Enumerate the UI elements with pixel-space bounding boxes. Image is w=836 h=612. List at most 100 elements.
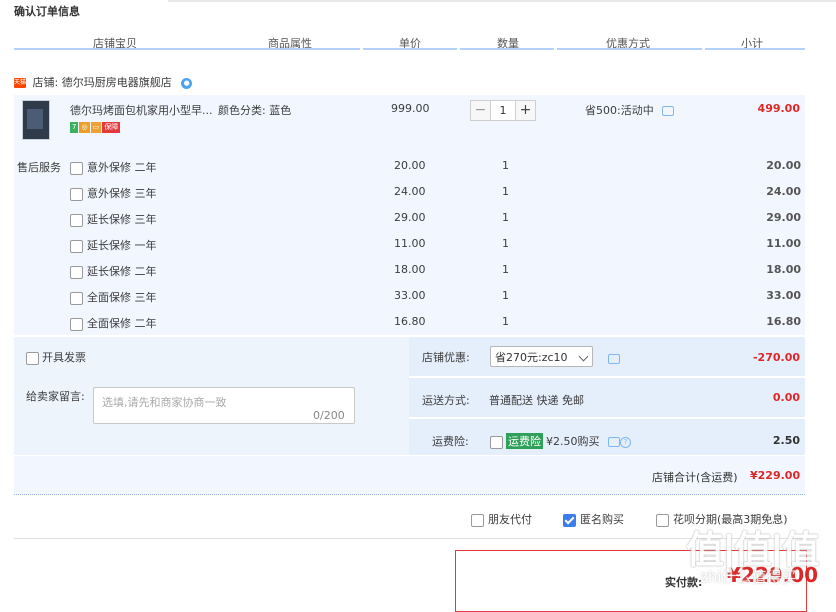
service-option[interactable]: 意外保修 三年 [70,185,157,205]
service-checkbox[interactable] [70,265,83,279]
service-subtotal: 33.00 [766,289,801,302]
shop-label: 店铺: [32,76,59,89]
service-qty: 1 [502,263,509,276]
shop-discount-select[interactable]: 省270元:zc10 [490,346,593,367]
insurance-tag: 运费险 [506,433,543,449]
invoice-label: 开具发票 [42,351,86,364]
service-price: 20.00 [394,159,426,172]
header-underline [460,48,554,50]
insurance-price: ¥2.50购买 [546,435,600,448]
service-subtotal: 24.00 [766,185,801,198]
product-name[interactable]: 德尔玛烤面包机家用小型早... [70,102,213,118]
service-checkbox[interactable] [70,161,83,175]
service-name: 延长保修 一年 [87,239,157,252]
service-subtotal: 16.80 [766,315,801,328]
service-qty: 1 [502,211,509,224]
tmall-badge-icon: 天猫 [14,78,27,88]
service-name: 延长保修 三年 [87,213,157,226]
service-price: 24.00 [394,185,426,198]
guarantee-icon: ◎ [79,121,90,133]
quantity-stepper[interactable]: −1 + [470,100,536,121]
page-title: 确认订单信息 [14,5,80,18]
insurance-option[interactable]: 运费险 ¥2.50购买 ? [490,433,631,449]
shop-total-label: 店铺合计(含运费) [652,471,738,484]
service-price: 33.00 [394,289,426,302]
service-option[interactable]: 意外保修 二年 [70,159,157,179]
service-checkbox[interactable] [70,213,83,227]
service-name: 意外保修 三年 [87,187,157,200]
service-subtotal: 18.00 [766,263,801,276]
service-name: 意外保修 二年 [87,161,157,174]
invoice-checkbox[interactable] [26,351,39,365]
header-underline [557,48,702,50]
comment-icon[interactable] [608,354,620,364]
service-option[interactable]: 延长保修 一年 [70,237,157,257]
shop-discount-selected: 省270元:zc10 [495,351,568,364]
insurance-label: 运费险: [432,435,469,448]
service-qty: 1 [502,289,509,302]
service-name: 全面保修 三年 [87,291,157,304]
service-name: 延长保修 二年 [87,265,157,278]
option-label: 朋友代付 [488,513,532,526]
shop-discount-label: 店铺优惠: [422,351,470,364]
anonymous-checkbox[interactable] [563,513,576,527]
service-qty: 1 [502,159,509,172]
service-checkbox[interactable] [70,291,83,305]
service-option[interactable]: 延长保修 二年 [70,263,157,283]
header-underline [14,48,360,50]
service-price: 29.00 [394,211,426,224]
message-placeholder: 选填,请先和商家协商一致 [102,396,227,409]
service-price: 16.80 [394,315,426,328]
shop-line: 天猫 店铺: 德尔玛厨房电器旗舰店 ● [14,74,193,90]
pay-label: 实付款: [665,576,703,589]
service-subtotal: 29.00 [766,211,801,224]
service-badges: 7 ◎ ▭ 保障 [70,120,121,133]
service-checkbox[interactable] [70,239,83,253]
minus-icon[interactable]: − [470,100,491,121]
seven-day-return-icon: 7 [70,121,79,133]
shop-name[interactable]: 德尔玛厨房电器旗舰店 [62,76,172,89]
promo-info: 省500:活动中 [585,102,675,118]
service-price: 18.00 [394,263,426,276]
quantity-input[interactable]: 1 [491,100,515,121]
service-price: 11.00 [394,237,426,250]
service-option[interactable]: 延长保修 三年 [70,211,157,231]
top-divider [168,0,836,2]
service-option[interactable]: 全面保修 三年 [70,289,157,309]
product-unit-price: 999.00 [391,102,430,115]
shipping-value: 0.00 [772,391,800,404]
protection-icon: 保障 [102,121,121,133]
option-label: 匿名购买 [580,513,624,526]
shipping-method: 普通配送 快递 免邮 [489,394,584,407]
watermark-text: zhi什么值得买 [700,568,797,586]
help-icon[interactable]: ? [620,436,631,448]
service-subtotal: 20.00 [766,159,801,172]
insurance-value: 2.50 [772,434,800,447]
installment-checkbox[interactable] [656,513,669,527]
product-thumbnail[interactable] [22,100,50,140]
service-qty: 1 [502,315,509,328]
service-qty: 1 [502,237,509,250]
service-name: 全面保修 二年 [87,317,157,330]
shop-discount-value: -270.00 [752,351,800,364]
option-anonymous[interactable]: 匿名购买 [563,511,624,527]
insurance-checkbox[interactable] [490,435,503,449]
header-underline [705,48,805,50]
friend-pay-checkbox[interactable] [471,513,484,527]
comment-icon[interactable] [662,106,675,116]
message-label: 给卖家留言: [26,390,85,403]
service-checkbox[interactable] [70,187,83,201]
service-qty: 1 [502,185,509,198]
comment-icon[interactable] [608,437,620,447]
option-friend-pay[interactable]: 朋友代付 [471,511,532,527]
service-checkbox[interactable] [70,317,83,331]
header-underline [363,48,457,50]
invoice-option[interactable]: 开具发票 [26,349,86,365]
after-sale-label: 售后服务 [17,161,61,174]
service-option[interactable]: 全面保修 二年 [70,315,157,335]
invoice-icon: ▭ [90,121,102,133]
discount-comment-icon[interactable] [608,352,620,365]
wangwang-chat-icon[interactable]: ● [181,77,193,89]
plus-icon[interactable]: + [515,100,536,121]
message-char-count: 0/200 [313,409,345,422]
